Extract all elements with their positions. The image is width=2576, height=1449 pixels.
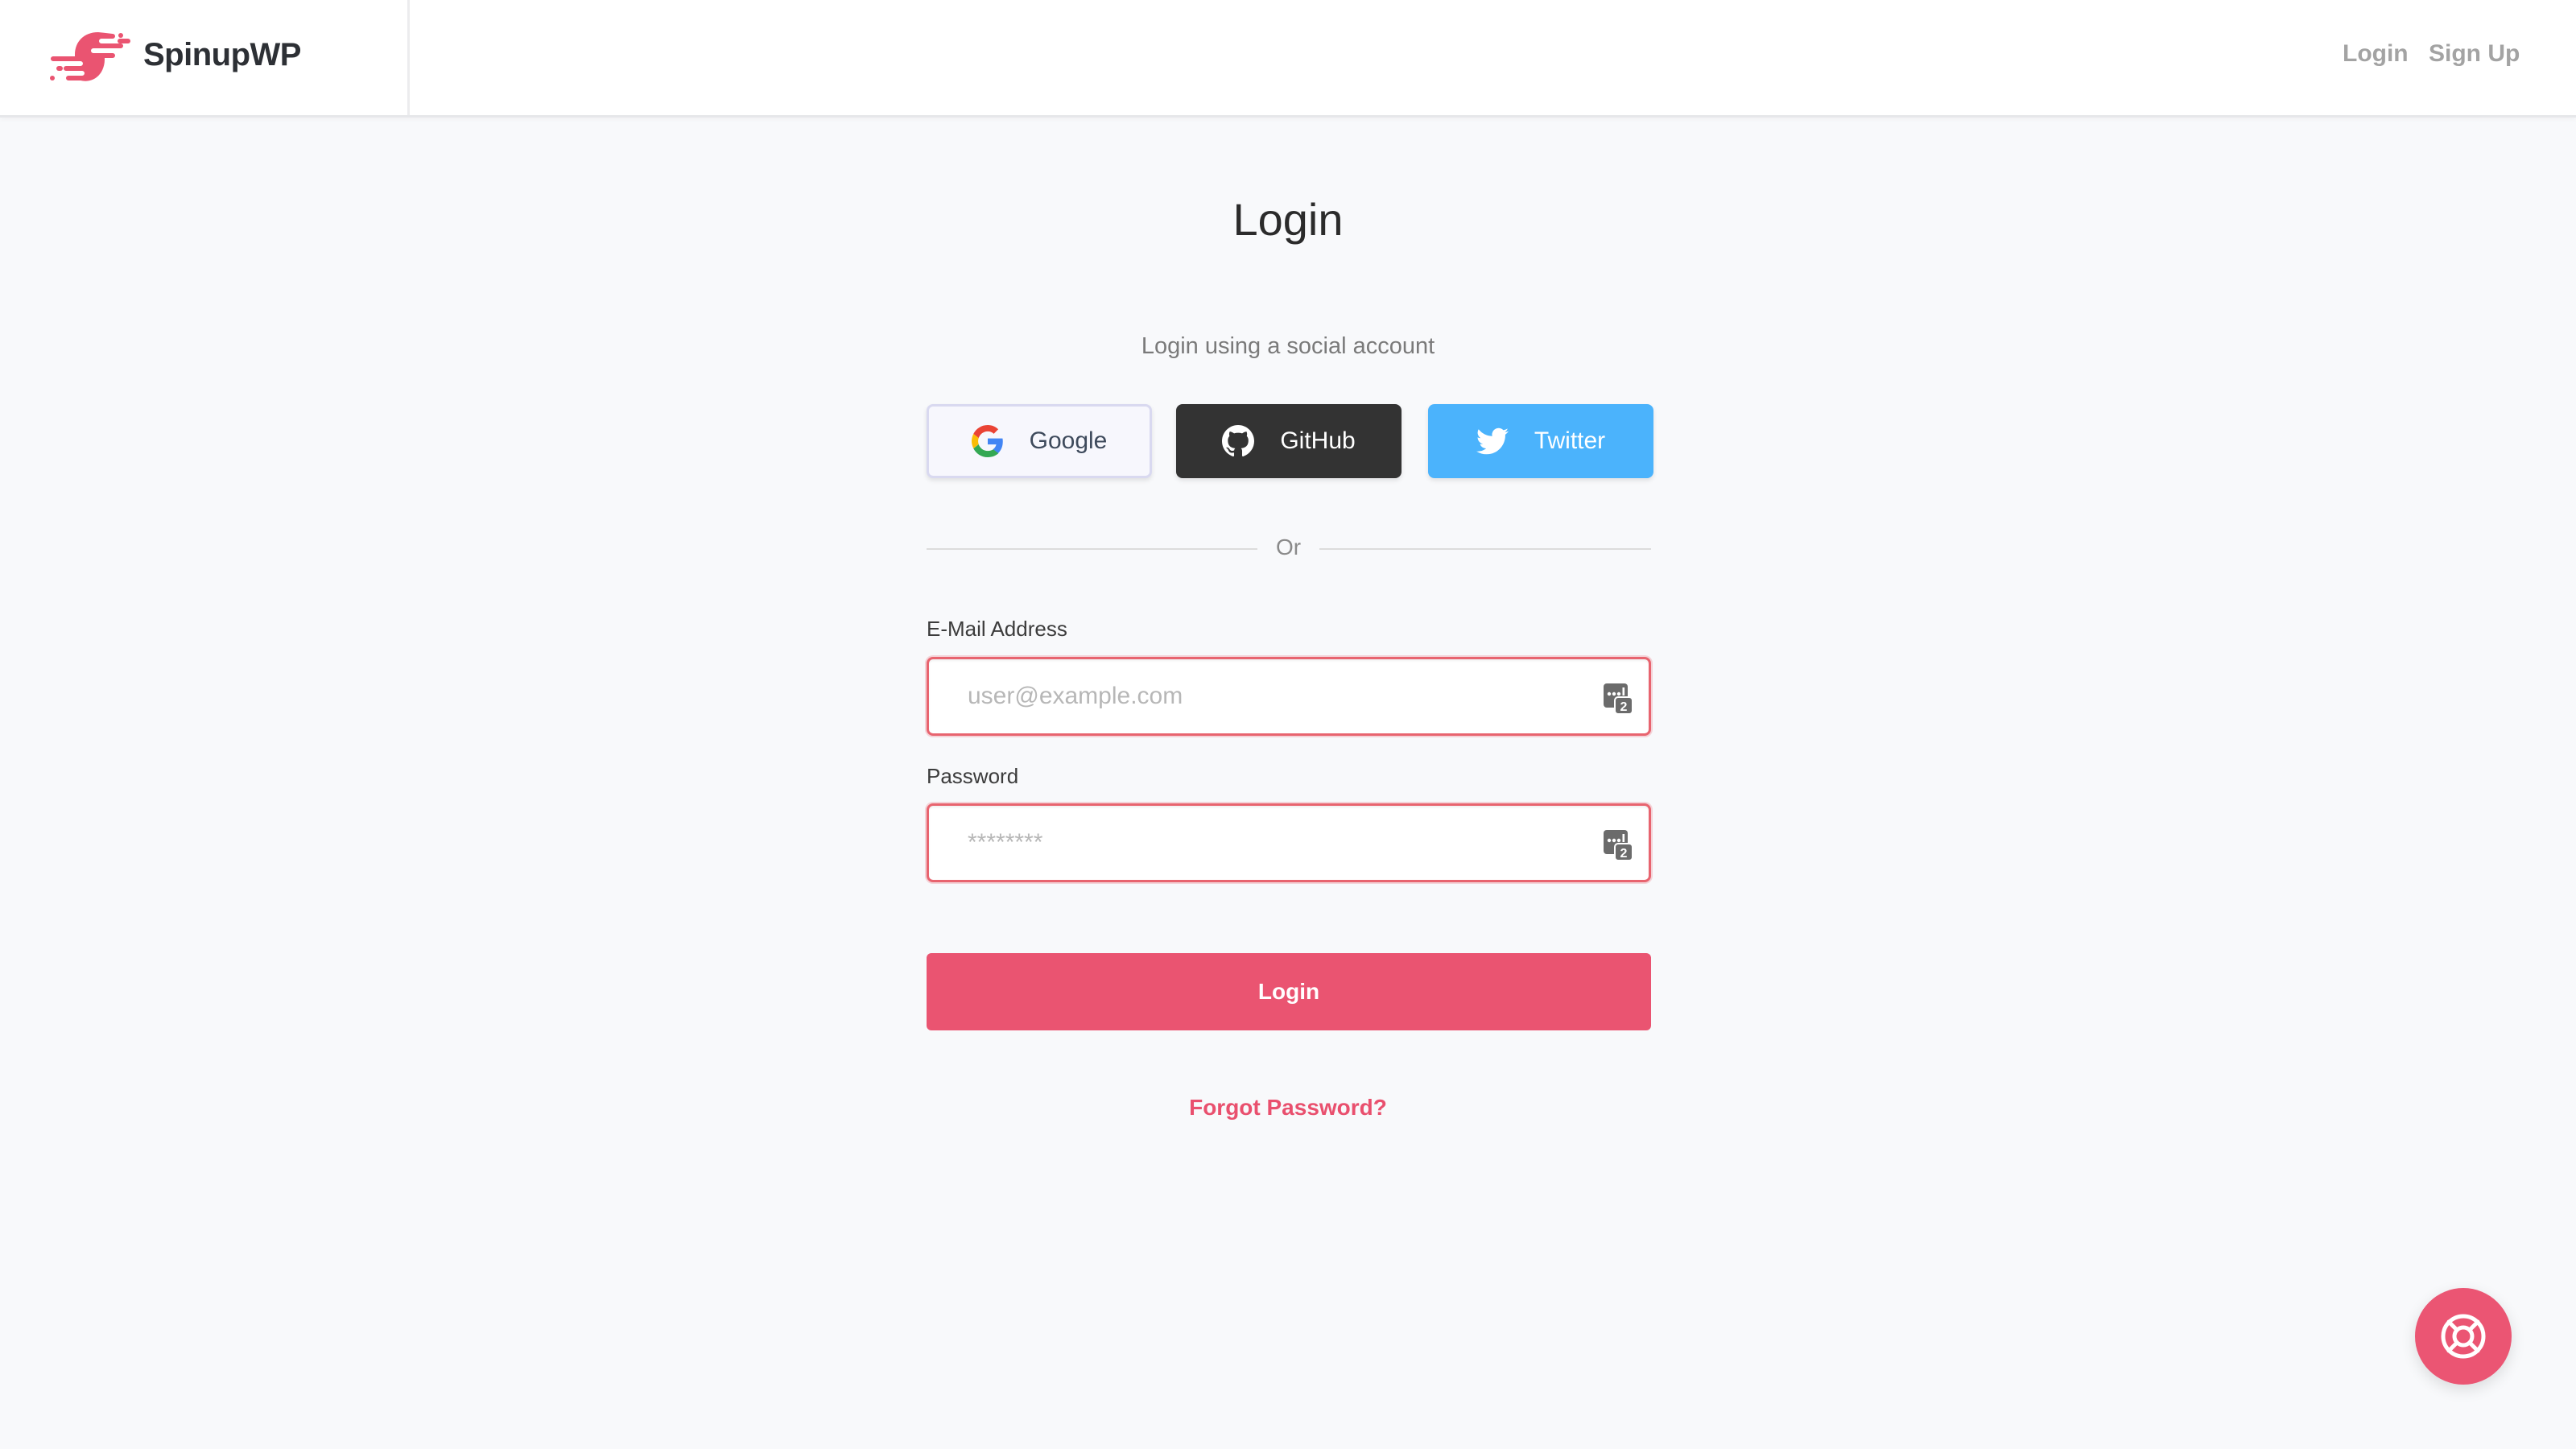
svg-text:2: 2 xyxy=(1620,847,1628,861)
forgot-password-link[interactable]: Forgot Password? xyxy=(0,1095,2576,1121)
twitter-login-button[interactable]: Twitter xyxy=(1428,404,1653,478)
github-login-button[interactable]: GitHub xyxy=(1176,404,1402,478)
password-field-wrapper: 2 xyxy=(927,803,1651,882)
google-login-button[interactable]: Google xyxy=(927,404,1152,478)
twitter-label: Twitter xyxy=(1534,427,1606,454)
help-button[interactable] xyxy=(2415,1288,2512,1385)
divider-or: Or xyxy=(1275,535,1302,559)
divider-left xyxy=(927,548,1257,550)
github-icon xyxy=(1222,425,1255,457)
top-header: SpinupWP Login Sign Up xyxy=(0,0,2576,118)
password-label: Password xyxy=(927,764,1019,788)
email-input[interactable] xyxy=(929,659,1649,733)
nav-login-link[interactable]: Login xyxy=(2343,40,2409,68)
lifebuoy-icon xyxy=(2441,1314,2486,1359)
svg-text:2: 2 xyxy=(1620,700,1628,714)
login-submit-button[interactable]: Login xyxy=(927,953,1651,1030)
nav-signup-link[interactable]: Sign Up xyxy=(2429,40,2520,68)
password-manager-icon[interactable]: 2 xyxy=(1604,830,1633,861)
password-manager-icon[interactable]: 2 xyxy=(1604,683,1633,714)
email-field-wrapper: 2 xyxy=(927,657,1651,736)
page-title: Login xyxy=(1232,194,1344,245)
brand-area: SpinupWP xyxy=(0,0,410,115)
github-label: GitHub xyxy=(1280,427,1356,454)
email-label: E-Mail Address xyxy=(927,617,1067,641)
spinupwp-logo-icon[interactable] xyxy=(48,32,135,84)
password-input[interactable] xyxy=(929,806,1649,880)
google-icon xyxy=(971,425,1004,457)
social-login-prompt: Login using a social account xyxy=(1141,333,1435,359)
divider-right xyxy=(1319,548,1651,550)
brand-name[interactable]: SpinupWP xyxy=(143,37,301,73)
google-label: Google xyxy=(1029,427,1108,454)
twitter-icon xyxy=(1476,425,1509,457)
